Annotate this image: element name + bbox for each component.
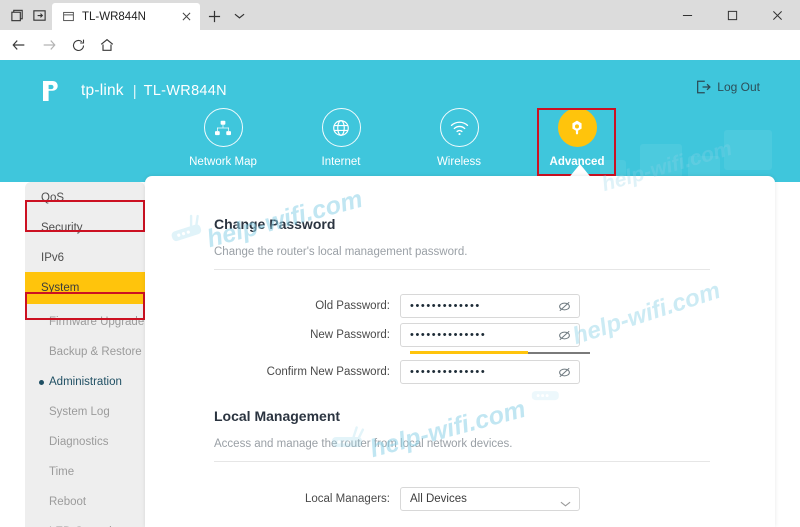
local-managers-row: Local Managers: All Devices [255,487,580,511]
new-password-value: •••••••••••••• [410,323,486,347]
logout-label: Log Out [717,80,760,94]
window-close-button[interactable] [755,0,800,30]
tp-link-logo-icon [40,78,74,104]
sidebar-item-label: System Log [49,406,110,418]
sidebar-item-led-control[interactable]: LED Control [25,516,145,527]
highlight-system-item [25,200,145,232]
tab-menu-chevron-down-icon[interactable] [228,6,250,26]
tab-preview-icon[interactable] [8,6,26,24]
browser-chrome: TL-WR844N [0,0,800,60]
sidebar-item-label: Diagnostics [49,436,108,448]
sidebar-item-reboot[interactable]: Reboot [25,486,145,518]
current-page-dot-icon [39,380,44,385]
local-managers-label: Local Managers: [255,493,400,505]
old-password-input[interactable]: ••••••••••••• [400,294,580,318]
local-managers-select[interactable]: All Devices [400,487,580,511]
new-tab-button[interactable] [203,6,225,26]
confirm-password-label: Confirm New Password: [255,366,400,378]
local-management-description: Access and manage the router from local … [214,438,513,450]
logout-button[interactable]: Log Out [695,79,760,95]
password-strength-fill [410,351,528,354]
confirm-password-value: •••••••••••••• [410,360,486,384]
sidebar-item-label: Administration [49,376,122,388]
local-management-title: Local Management [214,408,340,424]
brand-separator: | [133,83,137,100]
old-password-value: ••••••••••••• [410,294,481,318]
old-password-label: Old Password: [255,300,400,312]
browser-tab[interactable]: TL-WR844N [52,3,200,30]
tab-favicon-icon [62,10,75,23]
sidebar-item-label: Backup & Restore [49,346,142,358]
browser-navbar: tplinkwifi.net/#administration [0,30,800,60]
back-arrow-icon[interactable] [8,34,30,56]
forward-arrow-icon[interactable] [38,34,60,56]
sidebar-item-system-log[interactable]: System Log [25,396,145,428]
window-maximize-button[interactable] [710,0,755,30]
nav-tab-network-map[interactable]: Network Map [163,108,283,182]
sidebar-item-label: Reboot [49,496,86,508]
change-password-description: Change the router's local management pas… [214,246,467,258]
window-minimize-button[interactable] [665,0,710,30]
change-password-title: Change Password [214,216,335,232]
wifi-icon [440,108,479,147]
brand: tp-link | TL-WR844N [40,78,227,104]
chevron-down-icon [560,495,571,504]
sidebar-item-label: Time [49,466,74,478]
sidebar-item-administration[interactable]: Administration [25,366,145,398]
section-divider [214,269,710,270]
home-icon[interactable] [96,34,118,56]
network-map-icon [204,108,243,147]
logout-icon [695,79,711,95]
reload-icon[interactable] [67,34,89,56]
sidebar-item-time[interactable]: Time [25,456,145,488]
confirm-password-row: Confirm New Password: •••••••••••••• [255,360,580,384]
password-strength-meter [410,351,590,354]
nav-tab-label: Internet [322,156,361,168]
sidebar-item-ipv6[interactable]: IPv6 [25,242,145,274]
sidebar-item-backup-restore[interactable]: Backup & Restore [25,336,145,368]
nav-tab-wireless[interactable]: Wireless [399,108,519,182]
old-password-row: Old Password: ••••••••••••• [255,294,580,318]
new-password-input[interactable]: •••••••••••••• [400,323,580,347]
section-divider [214,461,710,462]
eye-off-icon[interactable] [557,328,572,343]
eye-off-icon[interactable] [557,299,572,314]
sidebar: QoS Security IPv6 System Firmware Upgrad… [25,182,145,527]
new-password-label: New Password: [255,329,400,341]
brand-name: tp-link [81,82,124,100]
set-aside-tabs-icon[interactable] [30,6,48,24]
globe-icon [322,108,361,147]
router-nav-tabs: Network Map Internet [0,108,800,182]
router-model: TL-WR844N [144,83,227,99]
highlight-administration-item [25,292,145,320]
nav-tab-label: Network Map [189,156,257,168]
tab-title: TL-WR844N [82,11,176,23]
nav-tab-label: Wireless [437,156,481,168]
sidebar-item-diagnostics[interactable]: Diagnostics [25,426,145,458]
router-admin-page: tp-link | TL-WR844N Log Out [0,60,800,527]
browser-titlebar: TL-WR844N [0,0,800,30]
content-card: Change Password Change the router's loca… [145,176,775,527]
local-managers-value: All Devices [410,493,467,505]
screenshot-root: TL-WR844N [0,0,800,527]
confirm-password-input[interactable]: •••••••••••••• [400,360,580,384]
sidebar-item-label: IPv6 [41,252,64,264]
eye-off-icon[interactable] [557,365,572,380]
nav-tab-internet[interactable]: Internet [281,108,401,182]
tab-close-icon[interactable] [176,7,196,27]
new-password-row: New Password: •••••••••••••• [255,323,580,347]
